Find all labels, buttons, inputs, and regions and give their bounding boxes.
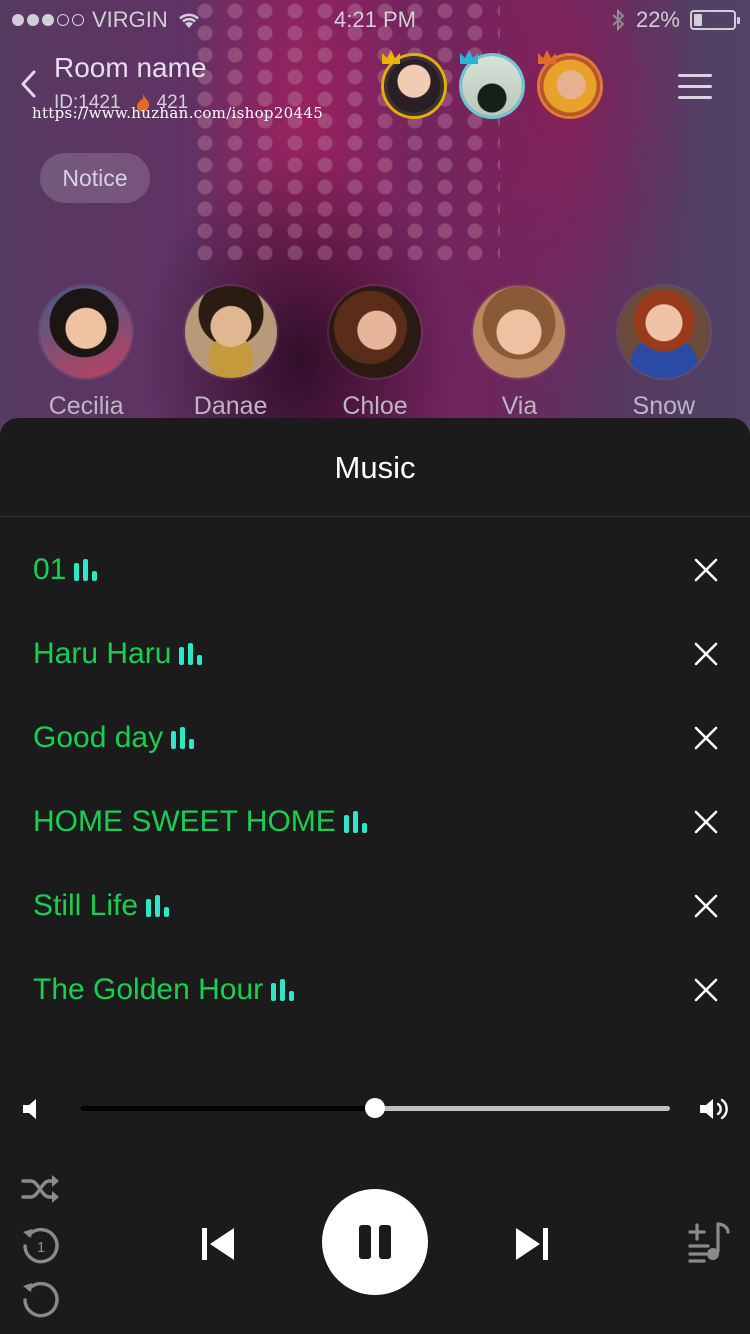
bluetooth-icon [612,8,625,32]
seat-name: Cecilia [48,392,124,420]
svg-text:1: 1 [37,1239,45,1256]
volume-slider[interactable] [80,1098,670,1118]
crown-icon [538,50,556,64]
song-item[interactable]: 01 [0,528,750,612]
song-title: The Golden Hour [33,973,264,1006]
equalizer-icon [343,811,367,833]
top-contributors [382,50,600,116]
seat-name: Snow [632,392,696,420]
crown-icon [460,50,478,64]
volume-slider-thumb[interactable] [365,1098,385,1118]
volume-control [0,1090,750,1126]
remove-song-button[interactable] [690,554,722,586]
seat-avatar[interactable] [184,286,277,378]
remove-song-button[interactable] [690,890,722,922]
seat[interactable]: Snow [592,286,736,421]
top-user-avatar[interactable] [382,50,444,116]
seat-name: Via [501,392,538,420]
sheet-title: Music [334,450,416,485]
equalizer-icon [74,559,98,581]
equalizer-icon [171,727,195,749]
top-user-avatar[interactable] [538,50,600,116]
seat-avatar[interactable] [473,286,566,378]
song-title: Haru Haru [33,637,172,670]
repeat-button[interactable] [20,1278,62,1320]
mic-seats: Cecilia Danae Chloe Via Snow [12,286,738,421]
volume-high-icon[interactable] [698,1096,732,1122]
remove-song-button[interactable] [690,638,722,670]
top-user-avatar[interactable] [460,50,522,116]
music-sheet: Music 01 Haru Haru Good day HOME SWEET H… [0,418,750,1334]
seat-avatar[interactable] [40,286,133,378]
seat-avatar[interactable] [617,286,710,378]
status-bar: VIRGIN 4:21 PM 22% [0,0,750,40]
playback-controls: 1 [0,1168,750,1318]
volume-low-icon[interactable] [20,1096,44,1122]
seat-name: Chloe [342,392,408,420]
song-title: Still Life [33,889,139,922]
repeat-one-button[interactable]: 1 [20,1224,62,1266]
notice-button[interactable]: Notice [40,153,150,203]
remove-song-button[interactable] [690,722,722,754]
previous-track-button[interactable] [198,1224,238,1264]
song-item[interactable]: The Golden Hour [0,948,750,1032]
song-title: HOME SWEET HOME [33,805,336,838]
remove-song-button[interactable] [690,806,722,838]
menu-icon [678,74,712,77]
crown-icon [382,50,400,64]
playlist: 01 Haru Haru Good day HOME SWEET HOME St… [0,528,750,1032]
song-title: Good day [33,721,164,754]
watermark: https://www.huzhan.com/ishop20445 [32,104,324,122]
seat[interactable]: Via [447,286,591,421]
room-name: Room name [54,52,207,83]
next-track-button[interactable] [512,1224,552,1264]
battery-icon [690,10,740,30]
remove-song-button[interactable] [690,974,722,1006]
song-item[interactable]: Still Life [0,864,750,948]
equalizer-icon [271,979,295,1001]
equalizer-icon [146,895,170,917]
song-item[interactable]: Haru Haru [0,612,750,696]
menu-button[interactable] [678,74,712,102]
seat-name: Danae [193,392,268,420]
pause-icon [359,1225,371,1259]
battery-percent: 22% [635,7,680,32]
seat[interactable]: Chloe [303,286,447,421]
back-button[interactable] [14,66,44,102]
seat[interactable]: Cecilia [14,286,158,421]
add-music-button[interactable] [688,1218,732,1264]
shuffle-button[interactable] [20,1172,62,1206]
pause-button[interactable] [322,1189,428,1295]
song-title: 01 [33,553,67,586]
divider [0,516,750,517]
seat[interactable]: Danae [158,286,302,421]
song-item[interactable]: HOME SWEET HOME [0,780,750,864]
song-item[interactable]: Good day [0,696,750,780]
equalizer-icon [179,643,203,665]
seat-avatar[interactable] [329,286,422,378]
